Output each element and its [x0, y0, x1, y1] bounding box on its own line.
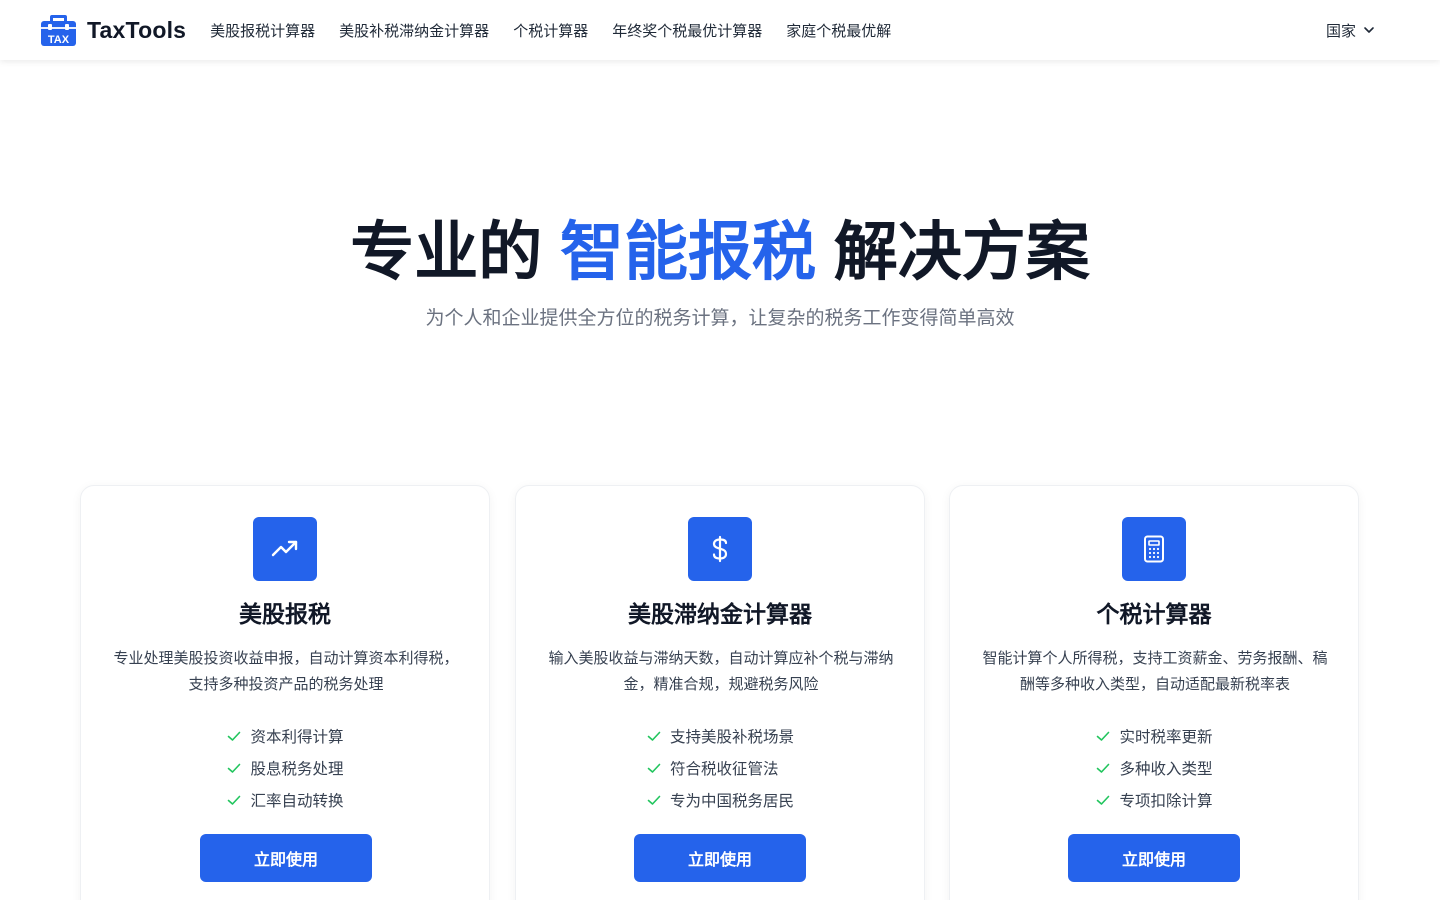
trending-up-icon: [253, 517, 317, 581]
use-now-button[interactable]: 立即使用: [634, 834, 806, 882]
feature-item: 多种收入类型: [1095, 752, 1213, 784]
feature-list: 支持美股补税场景 符合税收征管法 专为中国税务居民: [516, 720, 924, 816]
main-nav: 美股报税计算器 美股补税滞纳金计算器 个税计算器 年终奖个税最优计算器 家庭个税…: [210, 20, 915, 41]
nav-year-end-bonus-calculator[interactable]: 年终奖个税最优计算器: [612, 20, 762, 41]
feature-item: 资本利得计算: [226, 720, 344, 752]
feature-list: 实时税率更新 多种收入类型 专项扣除计算: [950, 720, 1358, 816]
svg-text:TAX: TAX: [48, 34, 70, 46]
check-icon: [228, 763, 241, 773]
feature-item: 实时税率更新: [1095, 720, 1213, 752]
feature-label: 专项扣除计算: [1119, 793, 1213, 810]
calculator-icon: [1122, 517, 1186, 581]
logo[interactable]: TAX TaxTools: [40, 13, 186, 47]
nav-us-stock-tax-calculator[interactable]: 美股报税计算器: [210, 20, 315, 41]
feature-label: 汇率自动转换: [250, 793, 344, 810]
use-now-button[interactable]: 立即使用: [1068, 834, 1240, 882]
check-icon: [647, 795, 661, 805]
feature-item: 汇率自动转换: [226, 784, 344, 816]
top-nav-bar: TAX TaxTools 美股报税计算器 美股补税滞纳金计算器 个税计算器 年终…: [0, 0, 1440, 60]
hero-title: 专业的 智能报税 解决方案: [0, 212, 1440, 292]
feature-label: 多种收入类型: [1119, 761, 1213, 778]
feature-item: 股息税务处理: [226, 752, 344, 784]
check-icon: [647, 763, 661, 773]
card-description: 输入美股收益与滞纳天数，自动计算应补个税与滞纳金，精准合规，规避税务风险: [548, 650, 894, 693]
hero-title-suffix: 解决方案: [816, 216, 1090, 288]
feature-list: 资本利得计算 股息税务处理 汇率自动转换: [81, 720, 489, 816]
feature-label: 符合税收征管法: [669, 761, 779, 778]
check-icon: [1097, 763, 1110, 773]
hero-subtitle: 为个人和企业提供全方位的税务计算，让复杂的税务工作变得简单高效: [425, 308, 1015, 329]
hero-title-accent: 智能报税: [560, 216, 816, 288]
check-icon: [228, 731, 241, 741]
feature-label: 支持美股补税场景: [669, 729, 794, 746]
check-icon: [1097, 795, 1110, 805]
chevron-down-icon: [1364, 27, 1374, 33]
use-now-button[interactable]: 立即使用: [200, 834, 372, 882]
nav-family-tax-optimizer[interactable]: 家庭个税最优解: [786, 20, 891, 41]
feature-item: 专为中国税务居民: [646, 784, 794, 816]
card-title: 个税计算器: [1096, 601, 1212, 627]
country-dropdown[interactable]: 国家: [1326, 20, 1376, 41]
nav-us-stock-late-fee-calculator[interactable]: 美股补税滞纳金计算器: [339, 20, 489, 41]
card-income-tax: 个税计算器 智能计算个人所得税，支持工资薪金、劳务报酬、稿酬等多种收入类型，自动…: [949, 485, 1359, 900]
toolbox-logo-icon: TAX: [40, 13, 77, 47]
logo-text: TaxTools: [87, 16, 187, 43]
feature-label: 资本利得计算: [250, 729, 344, 746]
nav-income-tax-calculator[interactable]: 个税计算器: [513, 20, 588, 41]
feature-label: 实时税率更新: [1119, 729, 1213, 746]
card-description: 专业处理美股投资收益申报，自动计算资本利得税，支持多种投资产品的税务处理: [113, 650, 459, 693]
hero-title-prefix: 专业的: [350, 216, 560, 288]
card-us-stock-tax: 美股报税 专业处理美股投资收益申报，自动计算资本利得税，支持多种投资产品的税务处…: [80, 485, 490, 900]
card-us-stock-late-fee: 美股滞纳金计算器 输入美股收益与滞纳天数，自动计算应补个税与滞纳金，精准合规，规…: [515, 485, 925, 900]
card-title: 美股滞纳金计算器: [628, 601, 812, 627]
feature-item: 专项扣除计算: [1095, 784, 1213, 816]
feature-item: 支持美股补税场景: [646, 720, 794, 752]
card-description: 智能计算个人所得税，支持工资薪金、劳务报酬、稿酬等多种收入类型，自动适配最新税率…: [982, 650, 1328, 693]
check-icon: [1097, 731, 1110, 741]
check-icon: [228, 795, 241, 805]
feature-item: 符合税收征管法: [646, 752, 794, 784]
feature-label: 专为中国税务居民: [669, 793, 794, 810]
country-label: 国家: [1325, 22, 1356, 40]
card-title: 美股报税: [239, 601, 331, 627]
check-icon: [647, 731, 661, 741]
dollar-sign-icon: [688, 517, 752, 581]
feature-label: 股息税务处理: [250, 761, 344, 778]
